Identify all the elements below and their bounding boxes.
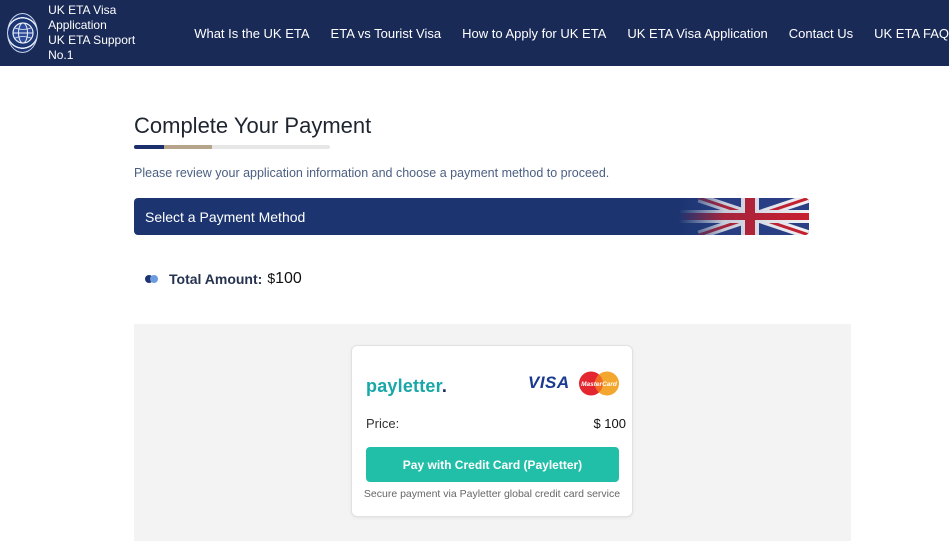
nav-uk-eta-faq[interactable]: UK ETA FAQ [874, 26, 949, 41]
total-amount: Total Amount: $100 [145, 270, 302, 288]
brand-title: UK ETA Visa Application [48, 3, 117, 32]
page-subtitle: Please review your application informati… [134, 166, 610, 180]
page-title: Complete Your Payment [134, 113, 372, 138]
total-currency: $ [267, 270, 276, 286]
nav-what-is-uk-eta[interactable]: What Is the UK ETA [194, 26, 309, 41]
underline-accent-gold [164, 145, 212, 149]
underline-accent-navy [134, 145, 164, 149]
uk-flag-icon [679, 198, 809, 235]
payletter-logo: payletter. [366, 376, 447, 397]
total-number: 100 [275, 270, 302, 287]
nav-eta-vs-tourist-visa[interactable]: ETA vs Tourist Visa [331, 26, 442, 41]
payletter-payment-card: payletter. VISA MasterCard Price: $ 100 … [351, 345, 633, 517]
visa-logo: VISA [528, 373, 570, 392]
globe-emblem-icon [7, 13, 39, 53]
nav-uk-eta-visa-application[interactable]: UK ETA Visa Application [627, 26, 767, 41]
payment-method-heading: Select a Payment Method [145, 208, 306, 225]
pay-with-credit-card-button[interactable]: Pay with Credit Card (Payletter) [366, 447, 619, 482]
main-nav: What Is the UK ETA ETA vs Tourist Visa H… [194, 26, 949, 41]
brand-tagline: UK ETA Support No.1 [48, 33, 136, 62]
brand-text: UK ETA Visa Application UK ETA Support N… [48, 3, 147, 63]
price-label: Price: [366, 416, 400, 431]
top-navigation-bar: UK ETA Visa Application UK ETA Support N… [0, 0, 949, 66]
payment-method-banner: Select a Payment Method [134, 198, 809, 235]
price-value: $ 100 [593, 416, 626, 431]
price-row: Price: $ 100 [366, 416, 626, 431]
brand-link[interactable]: UK ETA Visa Application UK ETA Support N… [7, 3, 147, 63]
payletter-logo-text: payletter [366, 376, 442, 396]
nav-contact-us[interactable]: Contact Us [789, 26, 853, 41]
payment-options-area: payletter. VISA MasterCard Price: $ 100 … [134, 324, 851, 541]
secure-payment-note: Secure payment via Payletter global cred… [363, 488, 621, 500]
bullet-dots-icon [145, 274, 159, 284]
mastercard-logo: MasterCard [579, 371, 619, 396]
payletter-logo-dot: . [441, 376, 448, 396]
total-amount-value: $100 [267, 270, 302, 288]
mastercard-logo-text: MasterCard [581, 381, 618, 388]
nav-how-to-apply[interactable]: How to Apply for UK ETA [462, 26, 606, 41]
title-underline [134, 145, 330, 149]
total-amount-label: Total Amount: [169, 271, 263, 287]
